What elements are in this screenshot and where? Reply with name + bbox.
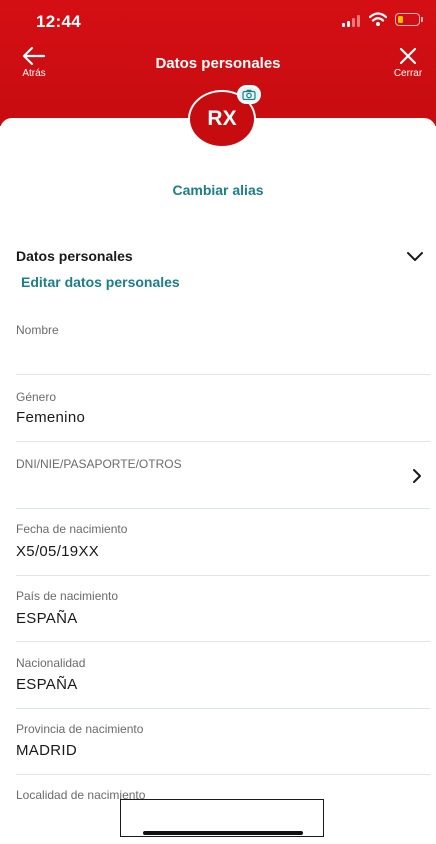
field-value: Femenino (16, 409, 86, 426)
battery-level (397, 15, 403, 23)
battery-icon (395, 13, 423, 26)
field-value: ESPAÑA (16, 610, 78, 627)
home-indicator-area (120, 799, 324, 837)
field-fecha-nacimiento: Fecha de nacimiento X5/05/19XX (16, 509, 430, 576)
field-value: MADRID (16, 742, 77, 759)
edit-personal-data-link[interactable]: Editar datos personales (21, 274, 180, 290)
field-genero: Género Femenino (16, 375, 430, 442)
field-label: Género (16, 390, 57, 404)
field-pais-nacimiento: País de nacimiento ESPAÑA (16, 576, 430, 642)
chevron-right-icon[interactable] (412, 468, 422, 484)
wifi-icon (369, 12, 387, 26)
close-label: Cerrar (393, 68, 423, 79)
field-label: País de nacimiento (16, 589, 119, 603)
field-label: Fecha de nacimiento (16, 522, 128, 536)
field-label: Provincia de nacimiento (16, 722, 144, 736)
change-alias-link[interactable]: Cambiar alias (0, 182, 436, 198)
page-title: Datos personales (155, 55, 281, 72)
field-nombre: Nombre (16, 318, 430, 375)
field-value: ESPAÑA (16, 676, 78, 693)
field-nacionalidad: Nacionalidad ESPAÑA (16, 642, 430, 709)
close-button[interactable]: Cerrar (388, 46, 428, 82)
status-time: 12:44 (36, 12, 81, 31)
chevron-down-icon[interactable] (406, 249, 424, 263)
section-title: Datos personales (16, 248, 133, 264)
field-provincia-nacimiento: Provincia de nacimiento MADRID (16, 709, 430, 775)
cellular-signal-icon (342, 15, 362, 27)
field-label: Nacionalidad (16, 656, 86, 670)
camera-icon (242, 89, 256, 100)
field-documento[interactable]: DNI/NIE/PASAPORTE/OTROS (16, 442, 430, 509)
field-value: X5/05/19XX (16, 543, 100, 560)
change-photo-button[interactable] (237, 85, 261, 104)
close-icon (399, 47, 417, 65)
status-bar: 12:44 (0, 0, 436, 44)
field-label: Nombre (16, 323, 59, 337)
field-label: DNI/NIE/PASAPORTE/OTROS (16, 457, 182, 471)
home-indicator[interactable] (143, 831, 303, 835)
